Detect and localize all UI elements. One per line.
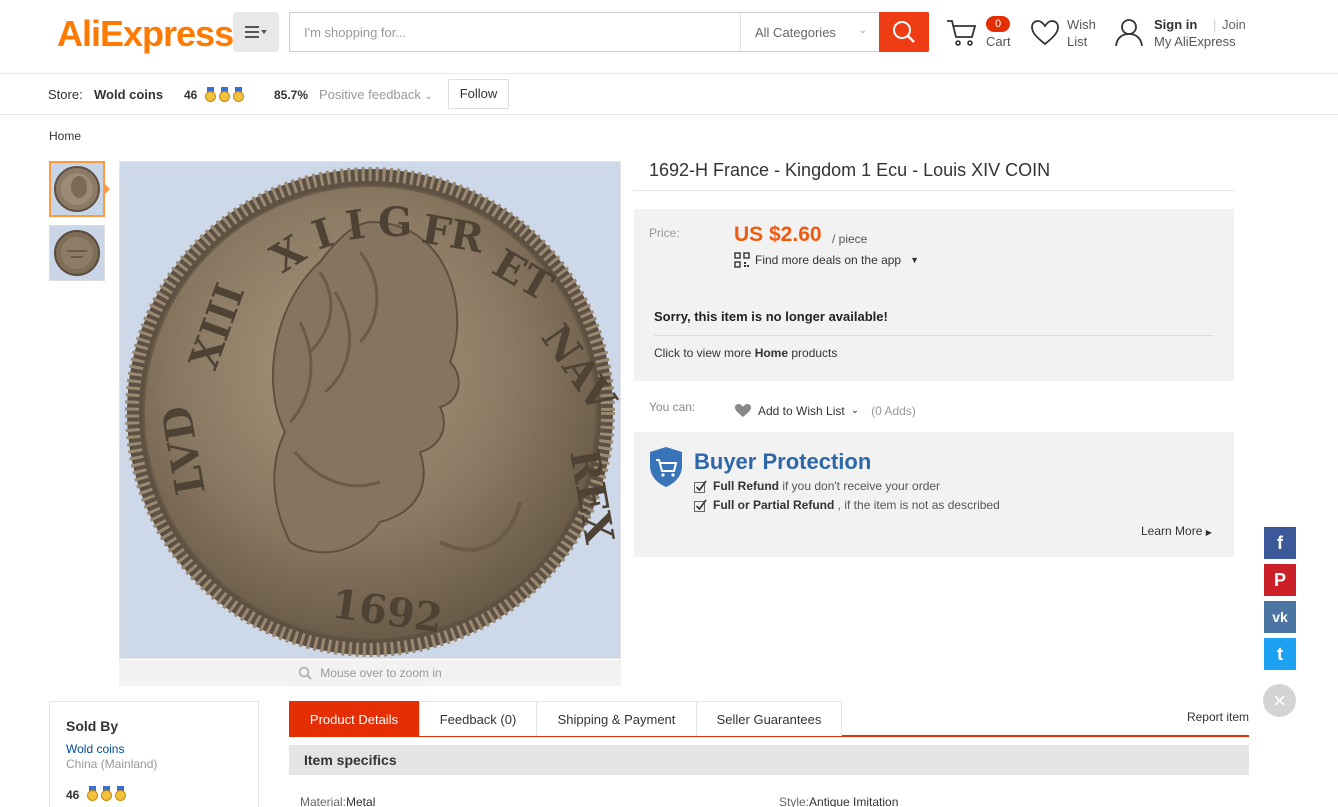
thumbnail-active-indicator [104, 183, 110, 195]
facebook-icon: f [1277, 532, 1283, 553]
seller-location: China (Mainland) [66, 757, 158, 771]
user-icon [1115, 19, 1143, 47]
search-category-select[interactable]: All Categories ⌄ [740, 13, 879, 51]
product-main-image[interactable]: X I I G FR ET NAV REX LVD XIII 1692 [119, 161, 621, 659]
store-name-link[interactable]: Wold coins [94, 87, 163, 102]
site-header: AliExpress™ All Categories ⌄ 0 Cart Wish… [0, 0, 1338, 74]
positive-feedback-percent: 85.7% [274, 88, 309, 102]
search-button[interactable] [879, 12, 929, 52]
buyer-protection-box: Buyer Protection Full Refund if you don'… [634, 432, 1234, 557]
sign-in-link[interactable]: Sign in [1154, 17, 1197, 32]
magnifier-icon [299, 666, 312, 680]
item-specifics-heading: Item specifics [289, 745, 1249, 775]
pinterest-icon: P [1273, 569, 1286, 590]
medal-icon [101, 786, 112, 801]
positive-feedback-dropdown[interactable]: Positive feedback ⌄ [319, 87, 433, 102]
price-box: Price: US $2.60 / piece Find more deals … [634, 209, 1234, 381]
product-title: 1692-H France - Kingdom 1 Ecu - Louis XI… [649, 160, 1051, 180]
tab-seller-guarantees[interactable]: Seller Guarantees [696, 701, 842, 736]
medal-icon [87, 786, 98, 801]
seller-store-link[interactable]: Wold coins [66, 742, 124, 756]
wish-list-link[interactable]: Wish List [1030, 14, 1105, 54]
caret-down-icon: ▼ [910, 255, 920, 265]
close-icon: × [1273, 687, 1286, 713]
cart-count-badge: 0 [986, 16, 1010, 32]
cart-link[interactable]: 0 Cart [946, 14, 1016, 54]
checkbox-icon [694, 499, 707, 512]
heart-icon [1031, 20, 1059, 46]
learn-more-link[interactable]: Learn More ▶ [1141, 524, 1212, 538]
tab-product-details[interactable]: Product Details [289, 701, 419, 736]
app-deals-link[interactable]: Find more deals on the app ▼ [734, 252, 919, 268]
vk-icon: vk [1272, 609, 1288, 625]
close-share-button[interactable]: × [1263, 684, 1296, 717]
checkbox-icon [694, 480, 707, 493]
twitter-icon: t [1277, 643, 1283, 664]
store-rating-medals [205, 87, 244, 102]
store-score: 46 [184, 88, 198, 102]
heart-icon [735, 404, 751, 417]
search-input[interactable] [290, 13, 740, 51]
unavailable-notice: Sorry, this item is no longer available! [654, 309, 888, 324]
aliexpress-logo[interactable]: AliExpress™ [57, 13, 242, 55]
medal-icon [219, 87, 230, 102]
search-bar: All Categories ⌄ [289, 12, 929, 52]
join-link[interactable]: Join [1222, 17, 1246, 32]
tab-feedback[interactable]: Feedback (0) [419, 701, 537, 736]
facebook-share-button[interactable]: f [1264, 527, 1296, 559]
search-icon [893, 21, 915, 43]
chevron-down-icon: ⌄ [850, 405, 860, 416]
gallery-thumbnail[interactable] [49, 161, 105, 217]
tab-shipping-payment[interactable]: Shipping & Payment [536, 701, 697, 736]
spec-material: Material:Metal [300, 795, 376, 807]
follow-store-button[interactable]: Follow [448, 79, 509, 109]
shield-cart-icon [650, 447, 682, 487]
spec-style: Style:Antique Imitation [779, 795, 899, 807]
seller-score: 46 [66, 788, 80, 802]
coin-thumbnail-image [54, 166, 100, 212]
chevron-down-icon: ⌄ [858, 25, 867, 36]
report-item-link[interactable]: Report item [1187, 710, 1249, 724]
account-menu: Sign in | Join My AliExpress [1114, 14, 1254, 54]
medal-icon [115, 786, 126, 801]
chevron-down-icon: ⌄ [424, 91, 433, 102]
pinterest-share-button[interactable]: P [1264, 564, 1296, 596]
zoom-hint: Mouse over to zoom in [119, 660, 621, 686]
my-aliexpress-link[interactable]: My AliExpress [1154, 34, 1236, 49]
product-tabs: Product Details Feedback (0) Shipping & … [289, 701, 1249, 737]
view-more-products-link[interactable]: Click to view more Home products [654, 346, 837, 360]
add-to-wish-list[interactable]: Add to Wish List ⌄ (0 Adds) [734, 403, 916, 418]
seller-rating-medals [87, 786, 126, 801]
sold-by-panel: Sold By Wold coins China (Mainland) 46 [49, 701, 259, 807]
vk-share-button[interactable]: vk [1264, 601, 1296, 633]
qr-code-icon [734, 252, 750, 268]
full-refund-row: Full Refund if you don't receive your or… [694, 479, 940, 493]
categories-menu-button[interactable] [233, 12, 279, 52]
coin-thumbnail-image [54, 230, 100, 276]
product-price: US $2.60 [734, 223, 822, 246]
store-bar: Store: Wold coins 46 85.7% Positive feed… [0, 74, 1338, 115]
hamburger-icon [245, 26, 267, 38]
partial-refund-row: Full or Partial Refund , if the item is … [694, 498, 1000, 512]
svg-text:G: G [378, 199, 412, 246]
twitter-share-button[interactable]: t [1264, 638, 1296, 670]
gallery-thumbnail[interactable] [49, 225, 105, 281]
title-divider [633, 190, 1235, 191]
cart-icon [947, 20, 977, 46]
medal-icon [205, 87, 216, 102]
medal-icon [233, 87, 244, 102]
caret-right-icon: ▶ [1205, 528, 1212, 537]
buyer-protection-title: Buyer Protection [694, 449, 872, 474]
coin-image: X I I G FR ET NAV REX LVD XIII 1692 [120, 162, 620, 658]
breadcrumb-home[interactable]: Home [49, 129, 81, 143]
